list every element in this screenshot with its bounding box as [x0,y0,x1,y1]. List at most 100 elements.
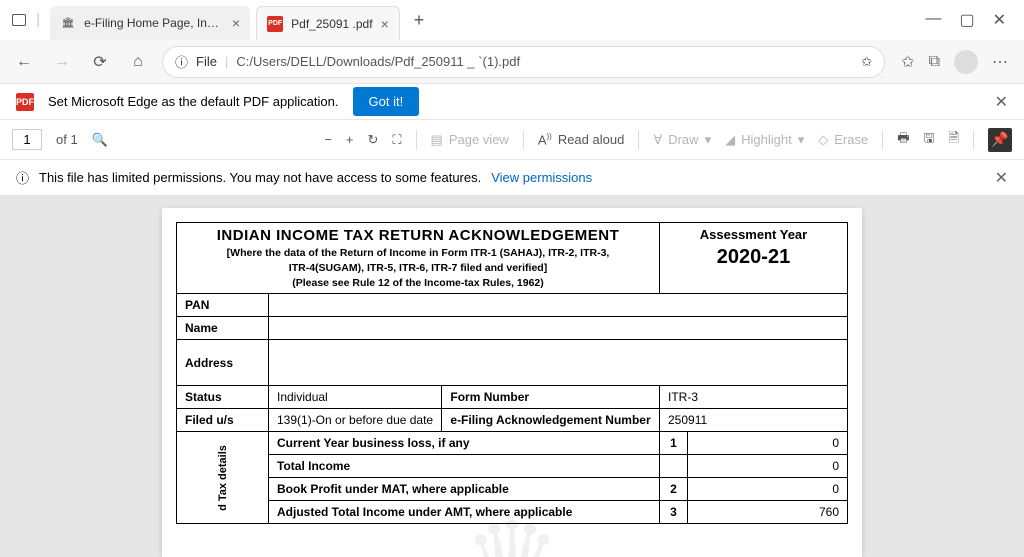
pan-value [269,294,848,317]
name-label: Name [177,317,269,340]
titlebar-tabs: | 🏛 e-Filing Home Page, Income Tax × PDF… [8,0,915,40]
ay-label: Assessment Year [668,227,839,242]
ack-number-label: e-Filing Acknowledgement Number [442,409,660,432]
permissions-bar: ⓘ This file has limited permissions. You… [0,160,1024,196]
rotate-icon[interactable]: ↻ [368,132,379,148]
tax-row-num [660,455,688,478]
page-count: of 1 [56,132,78,147]
tab-pdf[interactable]: PDF Pdf_25091 .pdf × [256,6,400,40]
highlight-icon: ◢ [725,132,735,148]
doc-table: INDIAN INCOME TAX RETURN ACKNOWLEDGEMENT… [176,222,848,524]
tax-row-label: Book Profit under MAT, where applicable [269,478,660,501]
doc-subtitle-2: ITR-4(SUGAM), ITR-5, ITR-6, ITR-7 filed … [185,262,651,274]
tax-row-num: 1 [660,432,688,455]
minimize-button[interactable]: — [925,10,941,30]
zoom-in-icon[interactable]: + [346,132,354,147]
page-view-button[interactable]: ▤ Page view [431,132,509,148]
menu-icon[interactable]: ⋯ [992,52,1008,72]
form-number-label: Form Number [442,386,660,409]
new-tab-button[interactable]: + [406,6,433,35]
pan-label: PAN [177,294,269,317]
permissions-message: This file has limited permissions. You m… [39,170,481,185]
file-info-icon[interactable]: ⓘ [175,52,188,71]
page-view-icon: ▤ [431,132,443,148]
tax-row-label: Current Year business loss, if any [269,432,660,455]
close-icon[interactable]: × [232,15,240,31]
title-sep: | [32,11,44,29]
home-button[interactable]: ⌂ [124,48,152,76]
tab-title: e-Filing Home Page, Income Tax [84,16,224,30]
pdf-toolbar: of 1 🔍 − + ↻ ⛶ ▤ Page view A)) Read alou… [0,120,1024,160]
tax-row-val: 0 [688,432,848,455]
address-value [269,340,848,386]
form-number-value: ITR-3 [660,386,848,409]
chevron-down-icon: ▾ [705,132,712,148]
url-scheme: File [196,54,217,69]
tax-row-num: 2 [660,478,688,501]
pdf-viewer[interactable]: ♛ INDIAN INCOME TAX RETURN ACKNOWLEDGEME… [0,196,1024,557]
doc-subtitle-1: [Where the data of the Return of Income … [185,247,651,259]
back-button[interactable]: ← [10,48,38,76]
address-bar[interactable]: ⓘ File | C:/Users/DELL/Downloads/Pdf_250… [162,46,885,78]
got-it-button[interactable]: Got it! [353,87,420,116]
pdf-page: ♛ INDIAN INCOME TAX RETURN ACKNOWLEDGEME… [162,208,862,557]
read-aloud-button[interactable]: A)) Read aloud [538,132,625,147]
pin-toolbar-icon[interactable]: 📌 [988,128,1012,152]
assessment-year-cell: Assessment Year 2020-21 [660,223,848,294]
pdf-icon: PDF [16,93,34,111]
erase-button[interactable]: ◇ Erase [818,132,868,148]
tab-title: Pdf_25091 .pdf [291,17,372,31]
window-controls: — ▢ ✕ [915,10,1016,30]
save-as-icon[interactable]: 🗎 [949,129,959,151]
profile-icon[interactable] [954,50,978,74]
close-icon[interactable]: × [381,16,389,32]
doc-subtitle-3: (Please see Rule 12 of the Income-tax Ru… [185,277,651,289]
tax-row-label: Adjusted Total Income under AMT, where a… [269,501,660,524]
tax-row-val: 0 [688,478,848,501]
ay-value: 2020-21 [668,246,839,269]
name-value [269,317,848,340]
page-number-input[interactable] [12,129,42,150]
print-icon[interactable]: 🖶 [897,129,909,151]
pdf-favicon: PDF [267,16,283,32]
filed-value: 139(1)-On or before due date [269,409,442,432]
address-label: Address [177,340,269,386]
forward-button[interactable]: → [48,48,76,76]
status-value: Individual [269,386,442,409]
save-icon[interactable]: 🖫 [923,129,934,151]
ack-number-value: 250911 [660,409,848,432]
status-label: Status [177,386,269,409]
tax-row-label: Total Income [269,455,660,478]
erase-icon: ◇ [818,132,828,148]
toolbar-right: ✩ ⧉ ⋯ [895,50,1014,74]
default-pdf-banner: PDF Set Microsoft Edge as the default PD… [0,84,1024,120]
site-favicon: 🏛 [60,15,76,31]
search-icon[interactable]: 🔍 [92,132,108,148]
close-permissions-icon[interactable]: ✕ [995,168,1008,188]
refresh-button[interactable]: ⟳ [86,48,114,76]
favorite-icon[interactable]: ✩ [861,54,872,70]
default-pdf-message: Set Microsoft Edge as the default PDF ap… [48,94,339,109]
titlebar: | 🏛 e-Filing Home Page, Income Tax × PDF… [0,0,1024,40]
read-aloud-icon: A)) [538,132,552,147]
doc-title: INDIAN INCOME TAX RETURN ACKNOWLEDGEMENT [185,227,651,244]
tax-row-val: 0 [688,455,848,478]
url-sep: | [225,54,228,69]
fit-width-icon[interactable]: ⛶ [392,132,401,148]
view-permissions-link[interactable]: View permissions [491,170,592,185]
collections-icon[interactable]: ⧉ [929,53,940,71]
close-window-button[interactable]: ✕ [993,10,1006,30]
close-banner-icon[interactable]: ✕ [995,92,1008,112]
zoom-out-icon[interactable]: − [324,132,332,147]
favorites-icon[interactable]: ✩ [901,52,914,72]
address-row: ← → ⟳ ⌂ ⓘ File | C:/Users/DELL/Downloads… [0,40,1024,84]
maximize-button[interactable]: ▢ [959,10,974,30]
tax-row-val: 760 [688,501,848,524]
highlight-button[interactable]: ◢ Highlight ▾ [725,132,804,148]
draw-icon: ∀ [653,132,662,148]
doc-title-cell: INDIAN INCOME TAX RETURN ACKNOWLEDGEMENT… [177,223,660,294]
tax-details-side-label: d Tax details [177,432,269,524]
tab-overview-icon[interactable] [12,14,26,26]
tab-efiling[interactable]: 🏛 e-Filing Home Page, Income Tax × [50,6,250,40]
draw-button[interactable]: ∀ Draw ▾ [653,132,711,148]
